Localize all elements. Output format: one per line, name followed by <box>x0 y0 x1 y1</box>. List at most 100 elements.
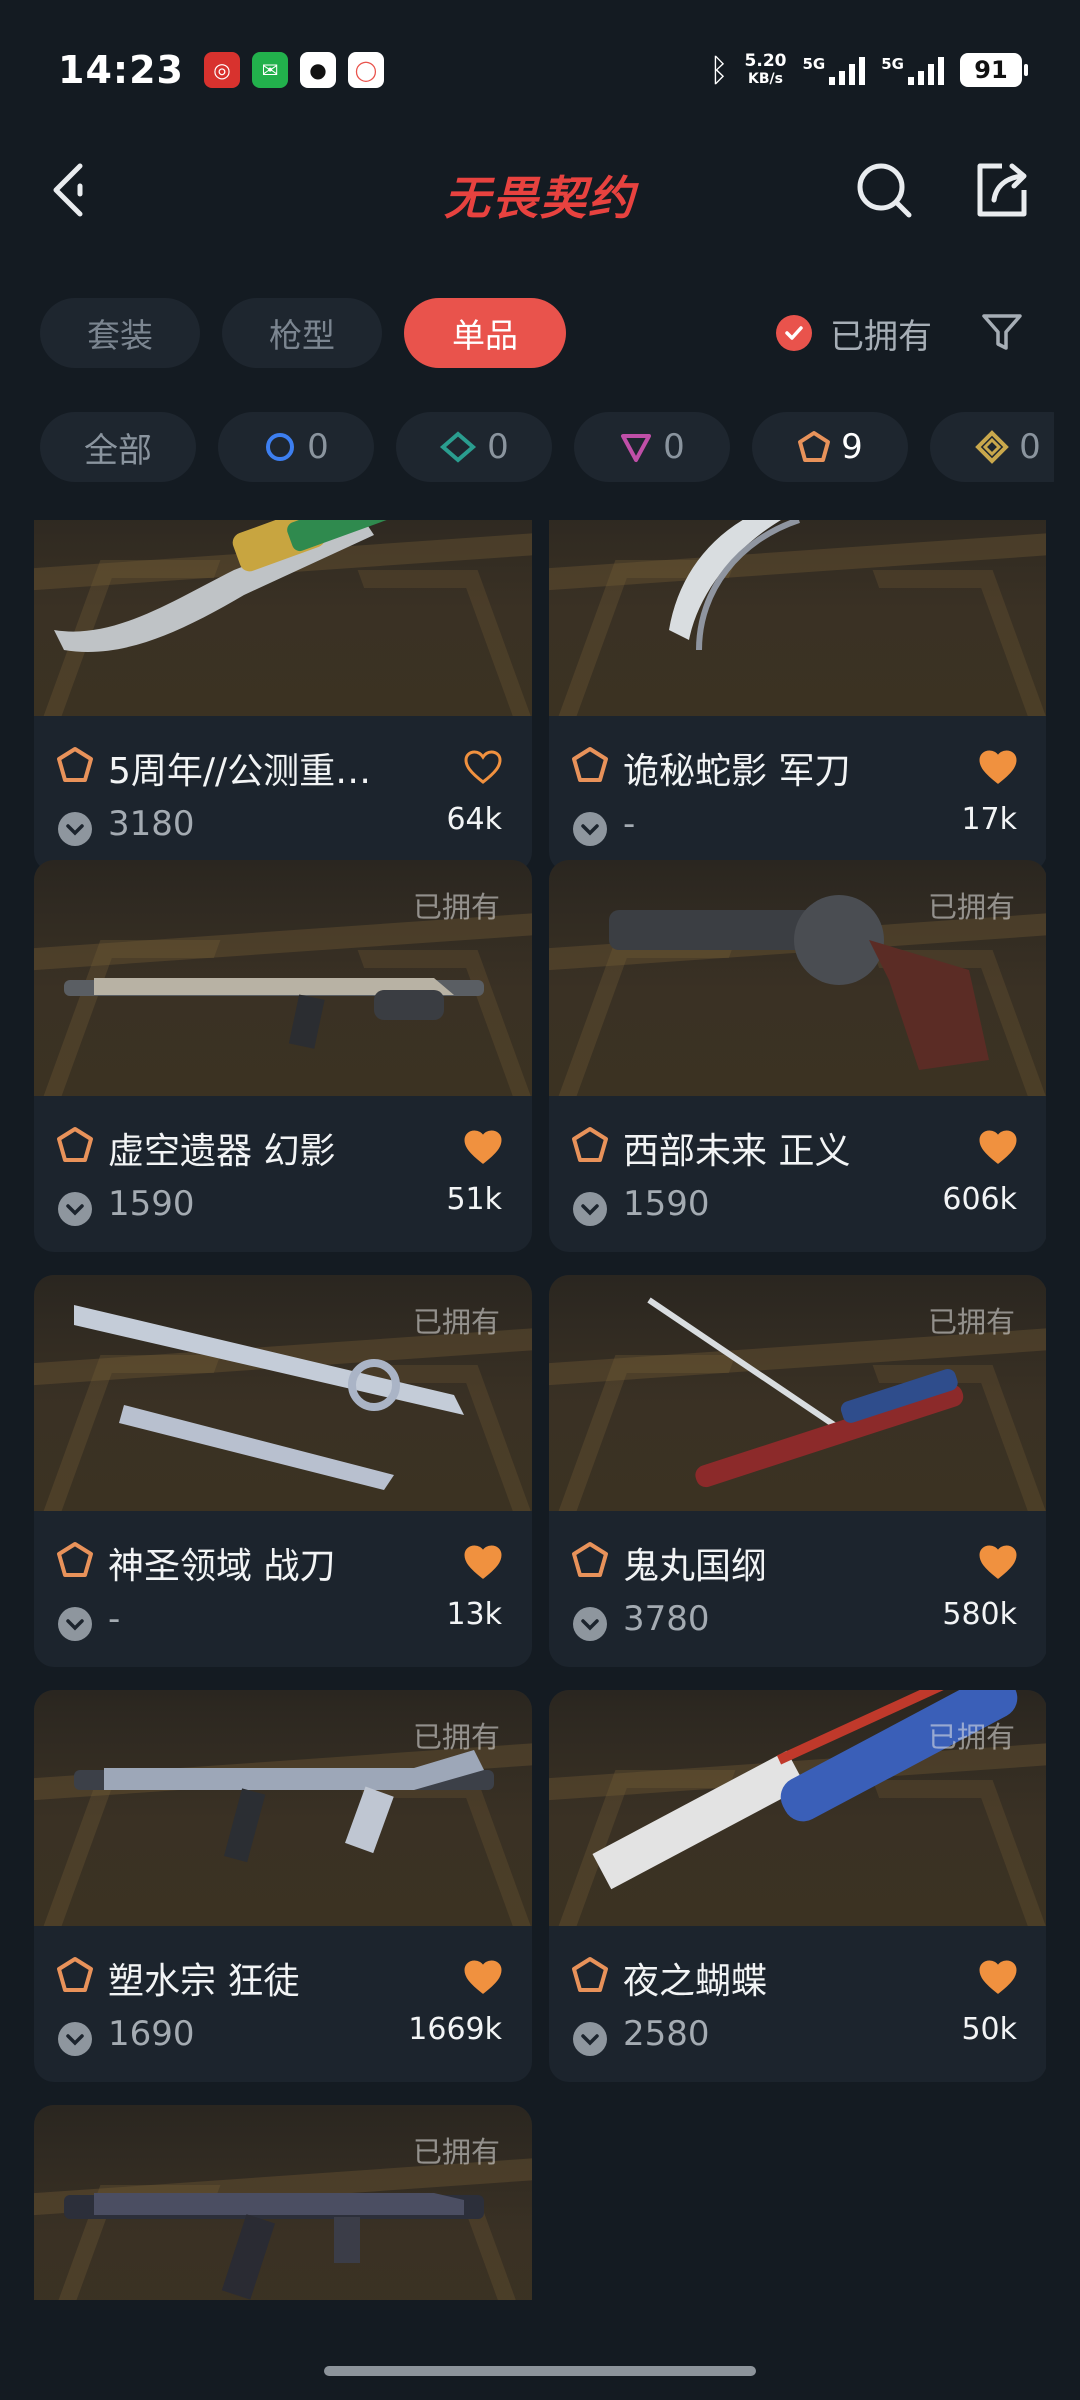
item-image: 已拥有 <box>549 1275 1046 1511</box>
item-card[interactable]: 已拥有塑水宗 狂徒 1690 1669k <box>34 1690 532 2082</box>
item-card[interactable]: 已拥有 夜之蝴蝶 2580 50k <box>549 1690 1046 2082</box>
chip-exclusive-tier[interactable]: 9 <box>752 412 908 482</box>
owned-tag: 已拥有 <box>412 2135 500 2169</box>
owned-tag: 已拥有 <box>412 890 500 924</box>
heart-filled-icon[interactable] <box>464 1960 502 1994</box>
ultra-tier-icon <box>975 430 1010 464</box>
chip-all[interactable]: 全部 <box>40 412 196 482</box>
vp-currency-icon <box>58 1192 92 1226</box>
heart-outline-icon[interactable] <box>464 750 502 784</box>
item-price: 3180 <box>108 804 195 844</box>
item-likes: 1669k <box>408 2012 502 2047</box>
heart-filled-icon[interactable] <box>979 750 1017 784</box>
owned-filter-label: 已拥有 <box>830 316 932 357</box>
exclusive-tier-icon <box>572 747 608 782</box>
heart-filled-icon[interactable] <box>979 1545 1017 1579</box>
item-card[interactable]: 已拥有西部未来 正义 1590 606k <box>549 860 1046 1252</box>
heart-filled-icon[interactable] <box>979 1960 1017 1994</box>
item-name: 5周年//公测重… <box>108 751 372 792</box>
exclusive-tier-icon <box>57 1957 93 1992</box>
item-name: 塑水宗 狂徒 <box>108 1961 300 2002</box>
back-button[interactable] <box>40 158 100 222</box>
checkbox-checked-icon <box>776 315 812 351</box>
signal-sim2-icon: 5G <box>881 55 944 85</box>
vp-currency-icon <box>573 2022 607 2056</box>
tier-filter-chips: 全部 0 0 0 9 0 <box>40 412 1054 482</box>
qq-icon: ● <box>299 52 336 88</box>
item-info: 诡秘蛇影 军刀 - 17k <box>549 716 1046 872</box>
vp-currency-icon <box>573 812 607 846</box>
status-bar: 14:23 ◎ ✉ ● ◯ ᛒ 5.20 KB/s 5G 5G 91 <box>0 0 1080 140</box>
search-button[interactable] <box>852 158 916 222</box>
item-card[interactable]: 已拥有神圣领域 战刀 - 13k <box>34 1275 532 1667</box>
filter-icon <box>982 314 1022 350</box>
item-info: 虚空遗器 幻影 1590 51k <box>34 1096 532 1252</box>
share-button[interactable] <box>970 158 1034 222</box>
heart-filled-icon[interactable] <box>464 1130 502 1164</box>
chip-count: 9 <box>841 427 863 467</box>
item-image: 已拥有 <box>34 860 532 1096</box>
owned-tag: 已拥有 <box>412 1720 500 1754</box>
status-time: 14:23 <box>58 48 184 92</box>
item-image: 已拥有 <box>34 1275 532 1511</box>
chip-count: 0 <box>663 427 685 467</box>
item-card[interactable]: 已拥有 <box>34 2105 532 2300</box>
tab-sets[interactable]: 套装 <box>40 298 200 368</box>
net-speed-unit: KB/s <box>748 71 783 87</box>
owned-tag: 已拥有 <box>927 1305 1015 1339</box>
item-price: 1690 <box>108 2014 195 2054</box>
chip-premium-tier[interactable]: 0 <box>574 412 730 482</box>
signal-sim1-icon: 5G <box>803 55 866 85</box>
owned-tag: 已拥有 <box>412 1305 500 1339</box>
item-name: 夜之蝴蝶 <box>623 1961 768 2002</box>
bluetooth-icon: ᛒ <box>709 51 729 89</box>
item-name: 诡秘蛇影 军刀 <box>623 751 851 792</box>
item-likes: 606k <box>942 1182 1017 1217</box>
app-header: 无畏契约 <box>0 140 1080 240</box>
item-card[interactable]: 诡秘蛇影 军刀 - 17k <box>549 520 1046 872</box>
chip-all-label: 全部 <box>84 430 152 471</box>
item-card[interactable]: 5周年//公测重… 3180 64k <box>34 520 532 872</box>
item-info: 神圣领域 战刀 - 13k <box>34 1511 532 1667</box>
item-likes: 580k <box>942 1597 1017 1632</box>
chip-select-tier[interactable]: 0 <box>218 412 374 482</box>
premium-tier-icon <box>621 434 652 462</box>
tab-single-items[interactable]: 单品 <box>404 298 566 368</box>
vp-currency-icon <box>573 1192 607 1226</box>
vp-currency-icon <box>58 812 92 846</box>
chevron-left-icon <box>53 163 83 217</box>
item-name: 西部未来 正义 <box>623 1131 851 1172</box>
item-image: 已拥有 <box>34 2105 532 2300</box>
item-price: 2580 <box>623 2014 710 2054</box>
vp-currency-icon <box>58 1607 92 1641</box>
chip-deluxe-tier[interactable]: 0 <box>396 412 552 482</box>
item-image: 已拥有 <box>549 860 1046 1096</box>
filter-button[interactable] <box>974 304 1030 360</box>
heart-filled-icon[interactable] <box>464 1545 502 1579</box>
item-card[interactable]: 已拥有鬼丸国纲 3780 580k <box>549 1275 1046 1667</box>
owned-tag: 已拥有 <box>927 890 1015 924</box>
item-info: 5周年//公测重… 3180 64k <box>34 716 532 872</box>
notification-icons: ◎ ✉ ● ◯ <box>203 52 384 88</box>
item-card[interactable]: 已拥有虚空遗器 幻影 1590 51k <box>34 860 532 1252</box>
weapon-skin-image <box>669 520 800 651</box>
category-tabs: 套装 枪型 单品 <box>40 298 566 368</box>
item-likes: 50k <box>961 2012 1017 2047</box>
item-info: 鬼丸国纲 3780 580k <box>549 1511 1046 1667</box>
chip-ultra-tier[interactable]: 0 <box>930 412 1054 482</box>
home-indicator[interactable] <box>324 2366 756 2376</box>
item-image <box>549 520 1046 716</box>
netease-music-icon: ◎ <box>203 52 240 88</box>
owned-filter-toggle[interactable]: 已拥有 <box>776 303 932 363</box>
heart-filled-icon[interactable] <box>979 1130 1017 1164</box>
exclusive-tier-icon <box>798 431 831 462</box>
exclusive-tier-icon <box>572 1127 608 1162</box>
chip-count: 0 <box>487 427 509 467</box>
item-price: 1590 <box>623 1184 710 1224</box>
sim2-label: 5G <box>881 55 904 73</box>
select-tier-icon <box>266 433 295 461</box>
weapon-skin-image <box>54 520 481 652</box>
tab-weapon-type[interactable]: 枪型 <box>222 298 382 368</box>
item-image <box>34 520 532 716</box>
item-likes: 51k <box>446 1182 502 1217</box>
